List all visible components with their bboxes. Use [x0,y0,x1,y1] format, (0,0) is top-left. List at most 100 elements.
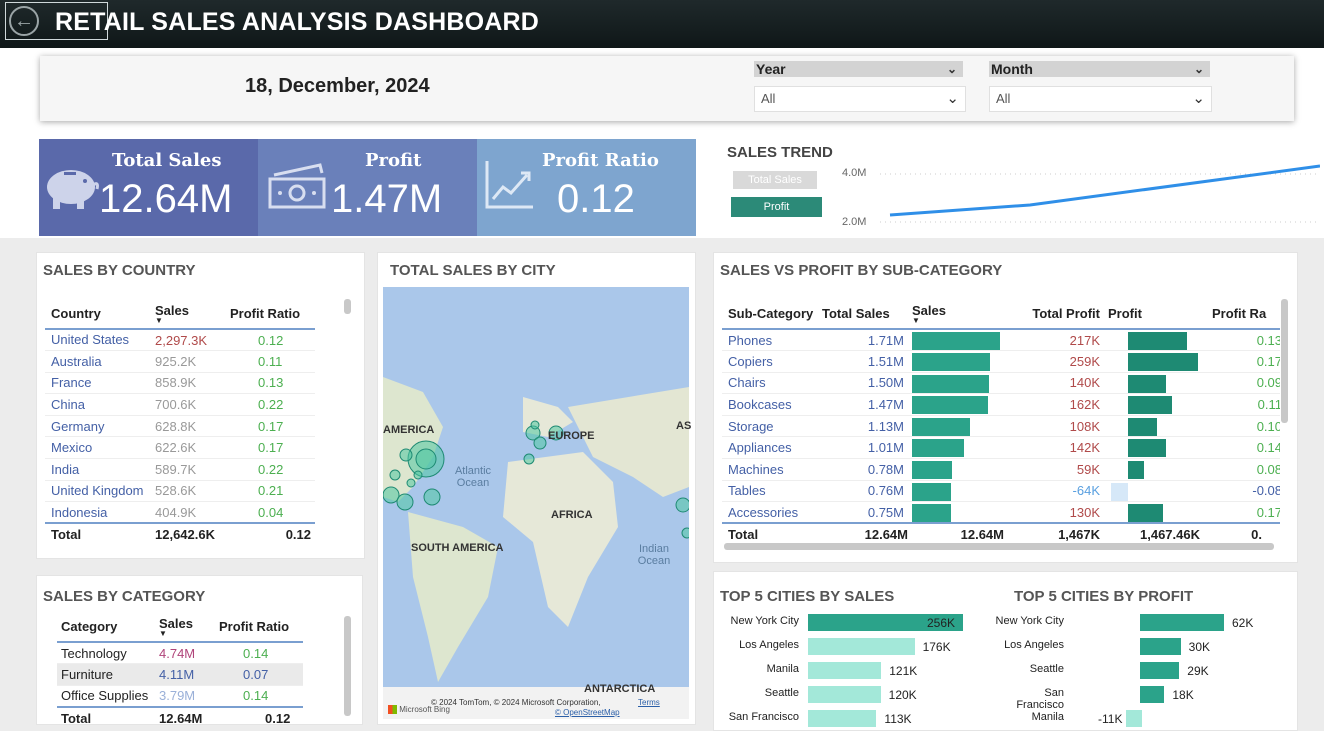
city-bar[interactable] [1140,662,1180,679]
category-name[interactable]: Furniture [57,663,159,686]
city-label: Seattle [1029,663,1064,675]
city-bar[interactable] [808,638,915,655]
vertical-scrollbar[interactable] [1281,299,1288,423]
table-row[interactable]: Tables 0.76M -64K -0.08 [722,480,1280,503]
profit-label: Profit [365,150,422,171]
category-name[interactable]: Office Supplies [57,685,159,708]
subcat-name[interactable]: Bookcases [722,393,822,416]
chevron-down-icon[interactable]: ⌄ [1192,87,1205,111]
column-header[interactable]: Country [45,299,155,330]
map-label: SOUTH AMERICA [411,542,504,554]
chevron-down-icon[interactable]: ⌄ [947,61,957,77]
country-name[interactable]: Germany [45,415,155,438]
table-row[interactable]: Australia 925.2K 0.11 [45,350,315,373]
table-row[interactable]: Storage 1.13M 108K 0.10 [722,415,1280,438]
country-name[interactable]: China [45,393,155,416]
category-name[interactable]: Technology [57,642,159,665]
city-bar[interactable] [1126,710,1142,727]
table-row[interactable]: Bookcases 1.47M 162K 0.11 [722,393,1280,416]
total-sales-toggle-button[interactable]: Total Sales [733,171,817,189]
chevron-down-icon[interactable]: ⌄ [1194,61,1204,77]
country-name[interactable]: Mexico [45,436,155,460]
city-label: Los Angeles [1004,639,1064,651]
column-header[interactable]: Profit Ratio [219,612,303,643]
column-header[interactable]: Profit [1104,299,1204,330]
dashboard-title: RETAIL SALES ANALYSIS DASHBOARD [55,8,540,36]
year-slicer-header[interactable]: Year ⌄ [754,61,963,77]
city-bar[interactable] [1140,614,1224,631]
city-bar[interactable] [808,710,877,727]
table-row[interactable]: Indonesia 404.9K 0.04 [45,501,315,524]
table-row[interactable]: Phones 1.71M 217K 0.13 [722,329,1280,352]
table-row[interactable]: India 589.7K 0.22 [45,458,315,481]
year-slicer[interactable]: Year ⌄ All ⌄ [754,61,966,112]
chevron-down-icon[interactable]: ⌄ [946,87,959,111]
table-row[interactable]: Accessories 0.75M 130K 0.17 [722,501,1280,524]
osm-link[interactable]: © OpenStreetMap [555,708,620,717]
city-bar[interactable] [1140,686,1165,703]
table-row[interactable]: Office Supplies 3.79M 0.14 [57,685,303,708]
table-row[interactable]: France 858.9K 0.13 [45,372,315,395]
city-bar[interactable] [808,662,882,679]
vertical-scrollbar[interactable] [344,616,351,716]
table-row[interactable]: Furniture 4.11M 0.07 [57,663,303,686]
year-dropdown[interactable]: All ⌄ [754,86,966,112]
total-cell: 1,467K [1014,522,1104,545]
subcat-profit-ratio: 0.17 [1204,501,1280,524]
month-dropdown[interactable]: All ⌄ [989,86,1212,112]
subcat-name[interactable]: Phones [722,329,822,352]
country-profit-ratio: 0.17 [230,415,315,438]
country-name[interactable]: Australia [45,350,155,373]
sales-bar-cell [912,415,1014,438]
table-row[interactable]: United Kingdom 528.6K 0.21 [45,480,315,503]
column-header[interactable]: Category [57,612,159,643]
subcat-name[interactable]: Storage [722,415,822,438]
table-row[interactable]: China 700.6K 0.22 [45,393,315,416]
vertical-scrollbar[interactable] [344,299,351,314]
total-cell: Total [722,522,822,545]
city-bar[interactable] [808,686,881,703]
back-arrow-icon[interactable]: ← [9,6,39,36]
table-row[interactable]: Copiers 1.51M 259K 0.17 [722,350,1280,373]
table-row[interactable]: Machines 0.78M 59K 0.08 [722,458,1280,481]
column-header[interactable]: Total Sales [822,299,912,330]
table-row[interactable]: Germany 628.8K 0.17 [45,415,315,438]
city-bar[interactable] [1140,638,1181,655]
subcat-name[interactable]: Chairs [722,372,822,395]
table-row[interactable]: Technology 4.74M 0.14 [57,642,303,665]
month-slicer-header[interactable]: Month ⌄ [989,61,1210,77]
table-row[interactable]: Chairs 1.50M 140K 0.09 [722,372,1280,395]
country-name[interactable]: United States [45,329,155,352]
country-name[interactable]: United Kingdom [45,480,155,503]
map-label: EUROPE [548,430,595,442]
column-header[interactable]: Profit Ra [1204,299,1280,330]
bing-logo-text: Microsoft Bing [399,705,450,714]
subcat-name[interactable]: Machines [722,458,822,481]
column-header[interactable]: Profit Ratio [230,299,315,330]
terms-link[interactable]: Terms [638,698,660,707]
map-credit: © 2024 TomTom, © 2024 Microsoft Corporat… [431,698,601,707]
subcat-name[interactable]: Appliances [722,436,822,460]
profit-ratio-label: Profit Ratio [542,150,659,171]
subcat-name[interactable]: Accessories [722,501,822,524]
subcat-name[interactable]: Tables [722,480,822,503]
world-map[interactable] [383,287,689,719]
country-name[interactable]: France [45,372,155,395]
country-name[interactable]: India [45,458,155,481]
line-growth-icon [485,161,533,209]
profit-bar-cell [1104,436,1204,460]
column-header[interactable]: Sub-Category [722,299,822,330]
horizontal-scrollbar[interactable] [724,543,1274,550]
profit-toggle-button[interactable]: Profit [731,197,822,217]
table-row[interactable]: United States 2,297.3K 0.12 [45,329,315,352]
column-header[interactable]: Sales ▼ [159,612,219,643]
panel-title: SALES VS PROFIT BY SUB-CATEGORY [720,262,1003,279]
subcat-name[interactable]: Copiers [722,350,822,373]
table-row[interactable]: Mexico 622.6K 0.17 [45,436,315,460]
table-row[interactable]: Appliances 1.01M 142K 0.14 [722,436,1280,460]
column-header[interactable]: Total Profit [1014,299,1104,330]
country-name[interactable]: Indonesia [45,501,155,524]
month-slicer[interactable]: Month ⌄ All ⌄ [989,61,1212,112]
column-header[interactable]: Sales ▼ [912,299,1014,330]
column-header[interactable]: Sales ▼ [155,299,230,330]
